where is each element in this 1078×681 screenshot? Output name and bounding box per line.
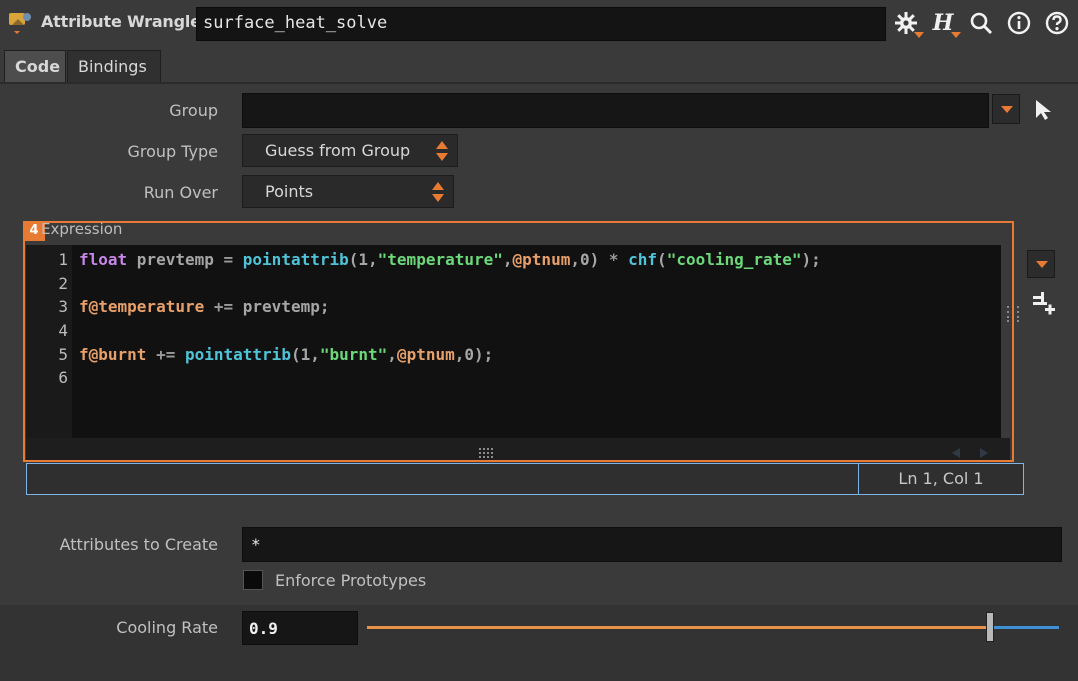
cooling-rate-slider-fill[interactable] [367, 626, 988, 629]
line-number: 5 [58, 345, 68, 364]
status-separator [858, 464, 859, 494]
search-icon[interactable] [968, 10, 994, 36]
gear-menu-arrow-icon[interactable] [914, 32, 924, 38]
node-type-label: Attribute Wrangle [41, 12, 201, 31]
enforce-prototypes-label: Enforce Prototypes [275, 571, 427, 590]
updown-arrows-icon [431, 180, 445, 204]
cooling-rate-slider-track[interactable] [993, 626, 1059, 629]
group-label: Group [169, 101, 218, 120]
line-number: 1 [58, 250, 68, 269]
help-menu-arrow-icon[interactable] [951, 32, 961, 38]
line-number: 2 [58, 274, 68, 293]
cooling-rate-field[interactable]: 0.9 [242, 611, 358, 645]
tab-bindings[interactable]: Bindings [67, 50, 161, 82]
code-line[interactable]: f@temperature += prevtemp; [79, 297, 329, 316]
group-input[interactable] [242, 93, 989, 128]
run-over-label: Run Over [143, 183, 218, 202]
question-icon[interactable] [1044, 10, 1070, 36]
tab-code[interactable]: Code [4, 50, 66, 82]
updown-arrows-icon [435, 139, 449, 163]
group-menu-button[interactable] [992, 94, 1020, 124]
editor-menu-button[interactable] [1027, 250, 1055, 278]
group-type-menu[interactable]: Guess from Group [242, 134, 458, 167]
group-type-label: Group Type [127, 142, 218, 161]
wrangle-node-icon[interactable] [8, 10, 34, 34]
run-over-value: Points [265, 182, 314, 201]
chevron-down-icon [1001, 106, 1013, 113]
code-line[interactable]: f@burnt += pointattrib(1,"burnt",@ptnum,… [79, 345, 493, 364]
enforce-prototypes-checkbox[interactable] [243, 570, 263, 590]
cursor-position: Ln 1, Col 1 [898, 469, 984, 488]
node-name-field[interactable]: surface_heat_solve [196, 7, 886, 41]
info-icon[interactable] [1006, 10, 1032, 36]
run-over-menu[interactable]: Points [242, 175, 454, 208]
expression-label: Expression [41, 220, 123, 238]
attributes-to-create-input[interactable]: * [242, 527, 1062, 562]
tab-strip [0, 48, 1078, 84]
cooling-rate-slider-handle[interactable] [985, 612, 994, 642]
code-line[interactable]: float prevtemp = pointattrib(1,"temperat… [79, 250, 821, 269]
chevron-down-icon [1036, 261, 1048, 268]
add-spare-parm-icon[interactable] [1031, 290, 1057, 316]
cooling-rate-label: Cooling Rate [116, 618, 218, 637]
line-number: 4 [58, 321, 68, 340]
spare-params-panel [0, 605, 1078, 681]
group-type-value: Guess from Group [265, 141, 411, 160]
select-arrow-icon[interactable] [1033, 98, 1055, 122]
attributes-to-create-label: Attributes to Create [59, 535, 218, 554]
line-number: 3 [58, 297, 68, 316]
line-number: 6 [58, 368, 68, 387]
